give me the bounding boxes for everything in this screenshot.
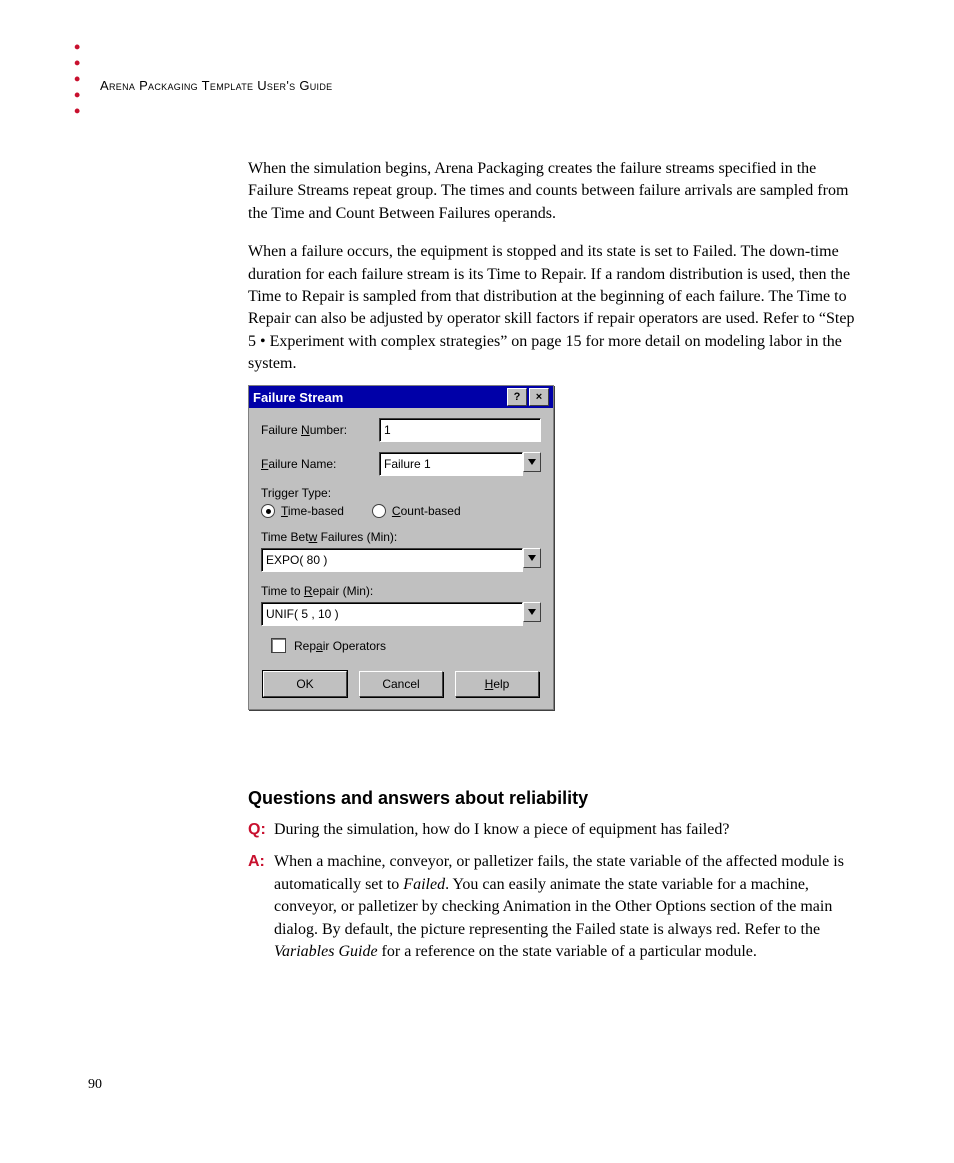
- dialog-titlebar: Failure Stream ? ×: [249, 386, 553, 408]
- q-label: Q:: [248, 819, 274, 841]
- a-label: A:: [248, 851, 274, 963]
- help-button[interactable]: Help: [455, 671, 539, 697]
- time-between-label: Time Betw Failures (Min):: [261, 530, 541, 544]
- page-number: 90: [88, 1077, 102, 1093]
- time-repair-input[interactable]: UNIF( 5 , 10 ): [261, 602, 523, 626]
- q-text: During the simulation, how do I know a p…: [274, 819, 864, 841]
- page-header-title: Arena Packaging Template User's Guide: [100, 78, 332, 93]
- failure-stream-dialog: Failure Stream ? × Failure Number: 1 Fai…: [248, 385, 554, 710]
- failure-name-dropdown[interactable]: [523, 452, 541, 472]
- a-text: When a machine, conveyor, or palletizer …: [274, 851, 864, 963]
- repair-operators-checkbox[interactable]: [271, 638, 286, 653]
- help-icon[interactable]: ?: [507, 388, 527, 406]
- time-between-input[interactable]: EXPO( 80 ): [261, 548, 523, 572]
- time-repair-label: Time to Repair (Min):: [261, 584, 541, 598]
- failure-number-label: Failure Number:: [261, 423, 379, 437]
- cancel-button[interactable]: Cancel: [359, 671, 443, 697]
- failure-number-input[interactable]: 1: [379, 418, 541, 442]
- close-icon[interactable]: ×: [529, 388, 549, 406]
- trigger-type-label: Trigger Type:: [261, 486, 541, 500]
- radio-time-based[interactable]: Time-based: [261, 504, 344, 518]
- failure-name-input[interactable]: Failure 1: [379, 452, 523, 476]
- ok-button[interactable]: OK: [263, 671, 347, 697]
- time-between-dropdown[interactable]: [523, 548, 541, 568]
- radio-time-label: Time-based: [281, 504, 344, 518]
- header-bullets: •••••: [74, 40, 80, 118]
- time-repair-dropdown[interactable]: [523, 602, 541, 622]
- qa-heading: Questions and answers about reliability: [248, 788, 864, 809]
- paragraph-2: When a failure occurs, the equipment is …: [248, 241, 864, 375]
- repair-operators-label: Repair Operators: [294, 639, 386, 653]
- paragraph-1: When the simulation begins, Arena Packag…: [248, 158, 864, 225]
- failure-name-label: Failure Name:: [261, 457, 379, 471]
- radio-count-based[interactable]: Count-based: [372, 504, 461, 518]
- dialog-title: Failure Stream: [253, 390, 505, 405]
- radio-count-label: Count-based: [392, 504, 461, 518]
